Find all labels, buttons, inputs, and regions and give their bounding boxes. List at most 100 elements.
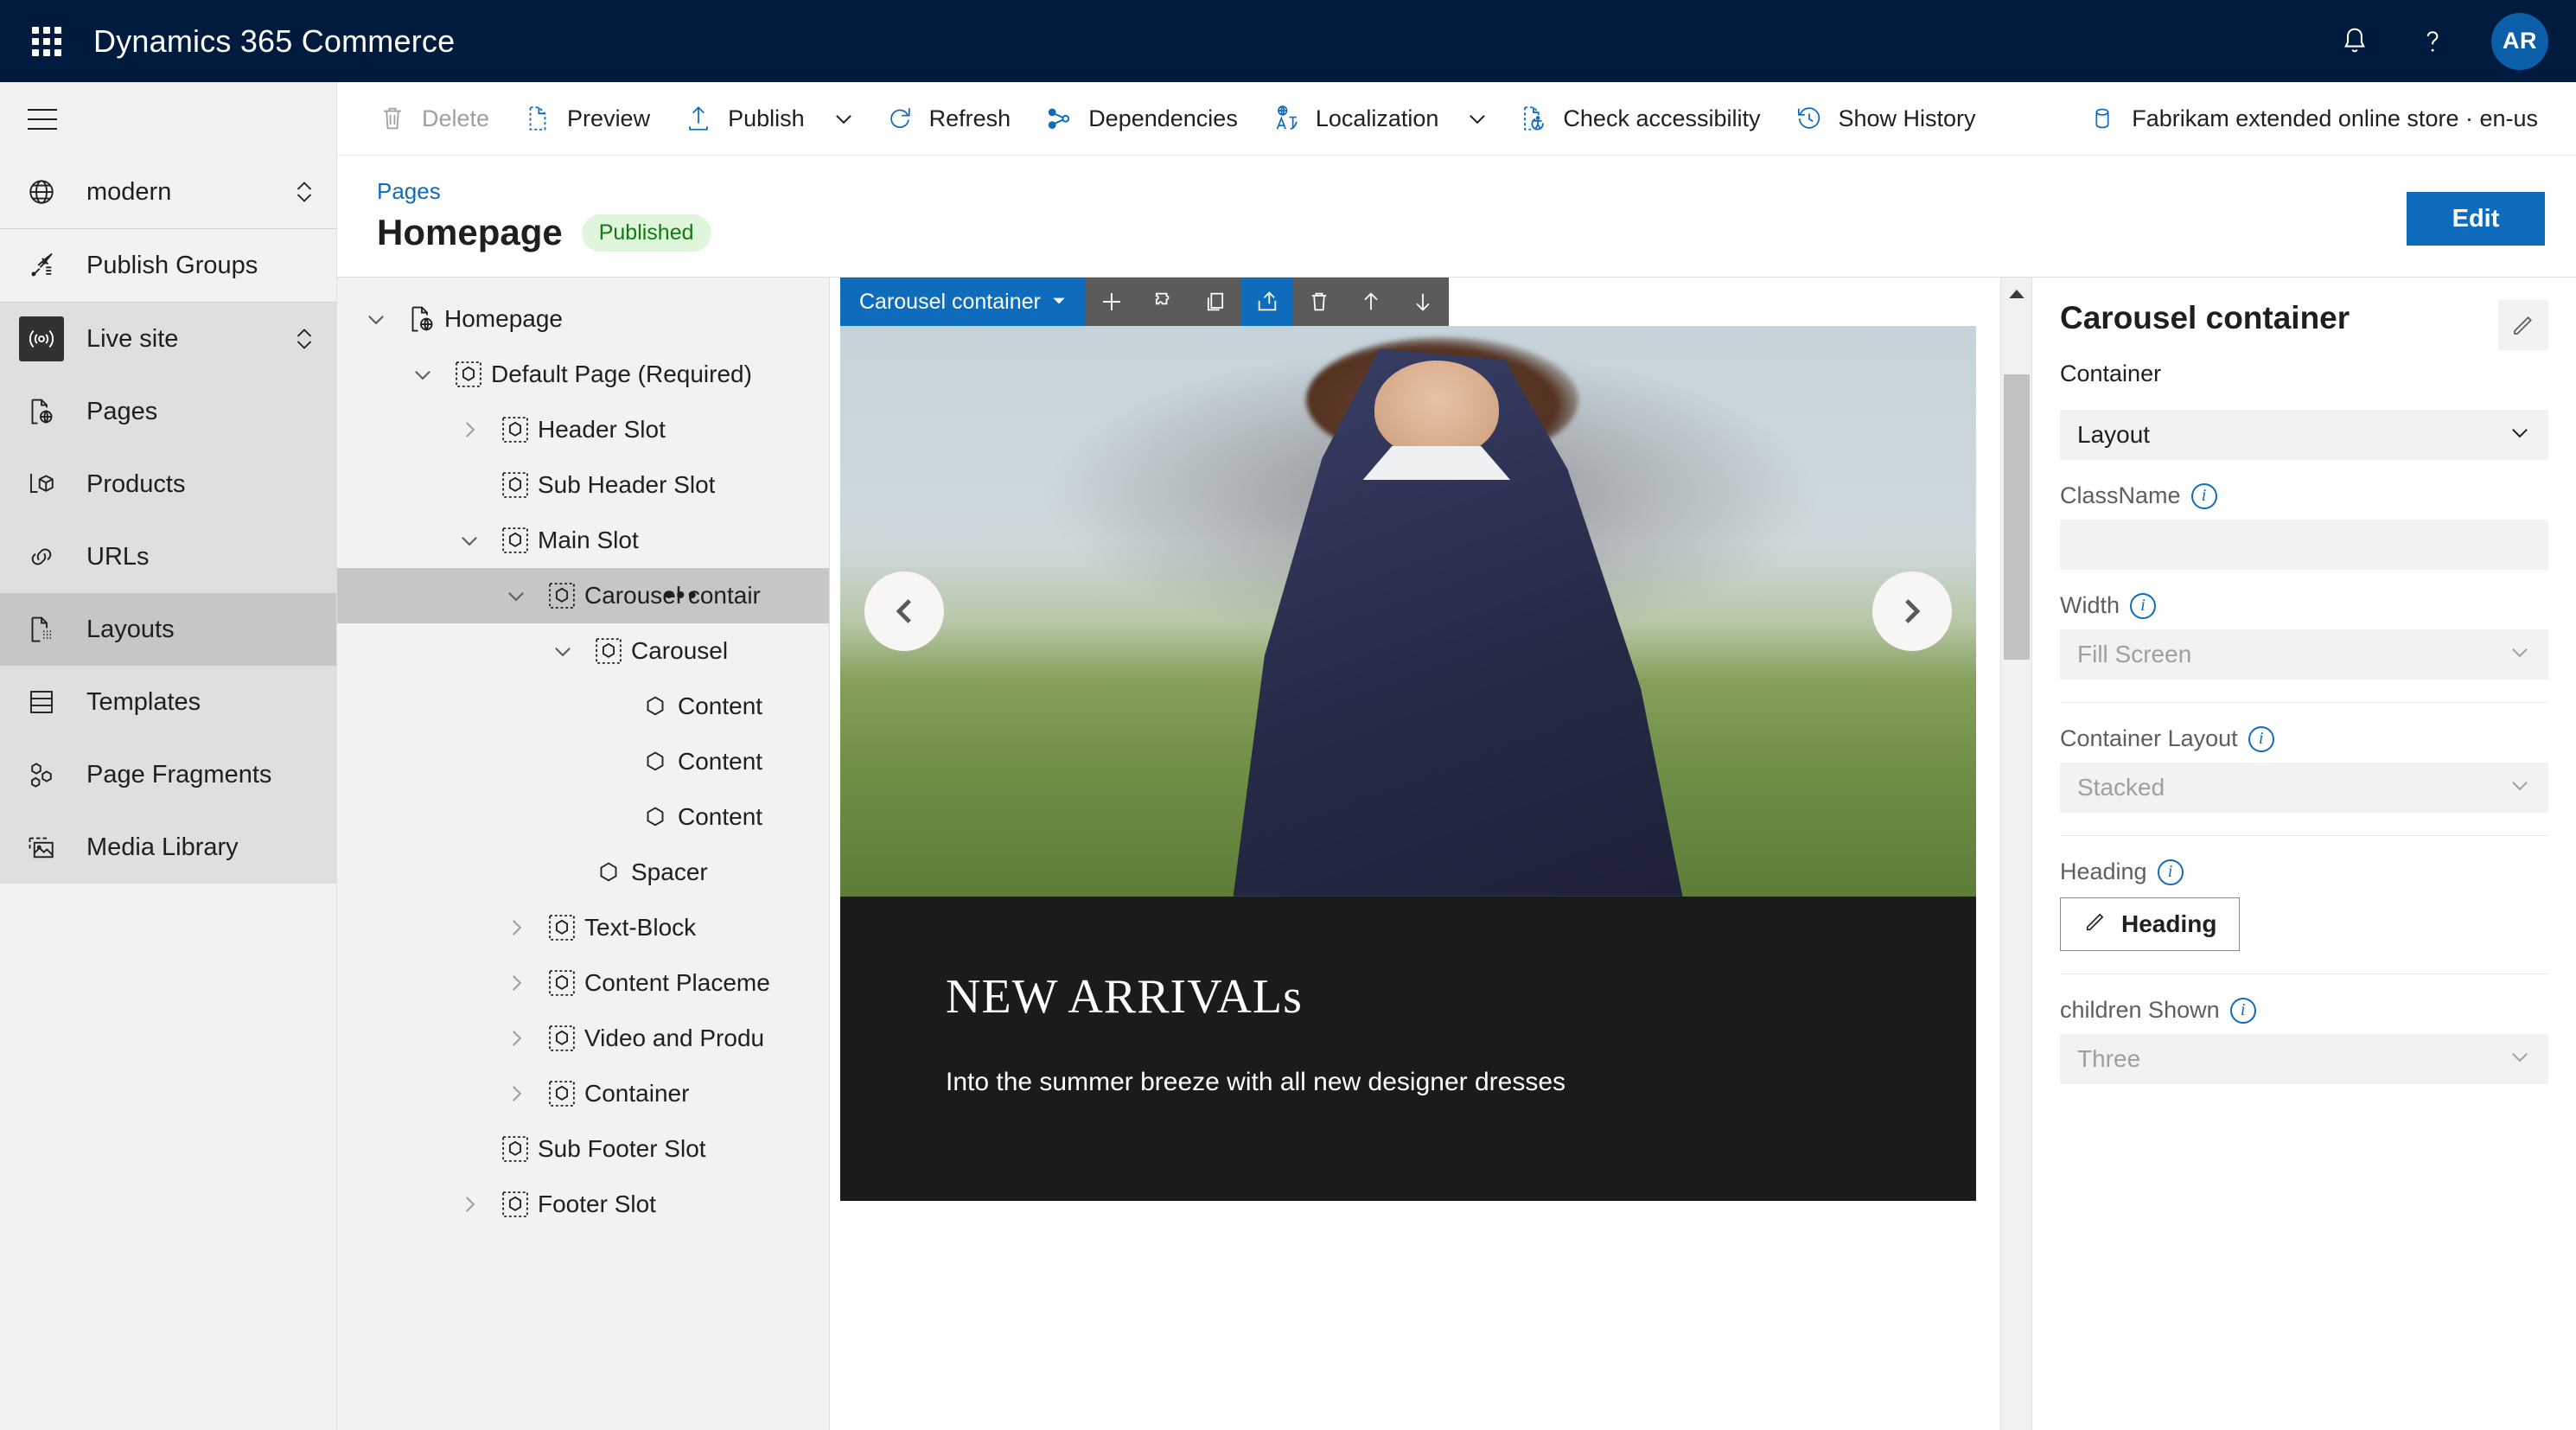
chevron-down-icon[interactable] xyxy=(539,640,586,662)
chevron-down-icon[interactable] xyxy=(446,529,493,552)
chevron-down-icon[interactable] xyxy=(820,89,867,148)
tree-node-more-button[interactable]: ••• xyxy=(664,583,699,609)
avatar[interactable]: AR xyxy=(2491,12,2548,70)
breadcrumb[interactable]: Pages xyxy=(377,178,2576,205)
tree-node[interactable]: Text-Block xyxy=(337,900,829,955)
command-localization-button[interactable]: Localization xyxy=(1253,89,1455,148)
sidebar-item-urls[interactable]: URLs xyxy=(0,520,336,593)
hamburger-icon[interactable] xyxy=(16,93,69,146)
properties-header: Carousel container xyxy=(2060,300,2548,350)
info-icon[interactable]: i xyxy=(2130,592,2157,619)
carousel-next-button[interactable] xyxy=(1872,571,1952,651)
chevron-right-icon[interactable] xyxy=(493,1082,539,1105)
command-refresh-button[interactable]: Refresh xyxy=(867,89,1027,148)
module-dotted-icon xyxy=(493,526,538,555)
command-check accessibility-button[interactable]: Check accessibility xyxy=(1501,89,1776,148)
tree-node[interactable]: Main Slot xyxy=(337,513,829,568)
tree-node-label: Text-Block xyxy=(584,914,697,941)
tree-node[interactable]: Content xyxy=(337,789,829,845)
width-select[interactable]: Fill Screen xyxy=(2060,629,2548,680)
question-icon[interactable] xyxy=(2413,22,2452,61)
classname-input[interactable] xyxy=(2060,520,2548,570)
module-dotted-icon xyxy=(539,1024,584,1053)
command-label: Preview xyxy=(567,105,651,131)
sidebar-item-page fragments[interactable]: Page Fragments xyxy=(0,738,336,811)
copy-icon[interactable] xyxy=(1189,278,1241,326)
command-show history-button[interactable]: Show History xyxy=(1776,89,1992,148)
info-icon[interactable]: i xyxy=(2190,482,2217,509)
tree-node[interactable]: Carousel contair ••• xyxy=(337,568,829,623)
tree-node[interactable]: Carousel xyxy=(337,623,829,679)
chevron-down-icon[interactable] xyxy=(1454,89,1501,148)
bell-icon[interactable] xyxy=(2336,22,2374,61)
tree-node-label: Homepage xyxy=(444,305,563,332)
property-label-text: Container Layout xyxy=(2060,725,2238,751)
chevron-right-icon[interactable] xyxy=(446,418,493,441)
tree-node[interactable]: Sub Header Slot xyxy=(337,457,829,513)
tree-node-label: Main Slot xyxy=(538,527,639,553)
carousel-slide-image xyxy=(840,326,1976,897)
chevron-down-icon[interactable] xyxy=(353,308,399,330)
command-preview-button[interactable]: Preview xyxy=(505,89,666,148)
pencil-icon[interactable] xyxy=(2498,300,2548,350)
chevron-down-icon[interactable] xyxy=(399,363,446,386)
arrow-up-icon[interactable] xyxy=(1344,278,1397,326)
info-icon[interactable]: i xyxy=(2229,997,2256,1024)
tree-node[interactable]: Video and Produ xyxy=(337,1011,829,1066)
command-dependencies-button[interactable]: Dependencies xyxy=(1026,89,1253,148)
tree-node[interactable]: Header Slot xyxy=(337,402,829,457)
page-canvas: Carousel container NEW ARRIVALs Into the… xyxy=(830,278,2031,1430)
sidebar-item-publish groups[interactable]: Publish Groups xyxy=(0,229,336,302)
sidebar-item-pages[interactable]: Pages xyxy=(0,375,336,448)
chevron-right-icon[interactable] xyxy=(493,916,539,939)
tree-node[interactable]: Spacer xyxy=(337,845,829,900)
properties-section-label: Layout xyxy=(2077,421,2151,448)
properties-title: Carousel container xyxy=(2060,300,2350,335)
carousel-heading: NEW ARRIVALs xyxy=(946,970,1303,1024)
chevron-down-icon xyxy=(2509,774,2531,802)
sidebar-item-media library[interactable]: Media Library xyxy=(0,811,336,884)
add-module-button[interactable] xyxy=(1085,278,1138,326)
canvas-vertical-scrollbar[interactable] xyxy=(2000,278,2031,1430)
info-icon[interactable]: i xyxy=(2248,725,2274,752)
chevron-down-icon[interactable] xyxy=(493,584,539,607)
sidebar-item-modern[interactable]: modern xyxy=(0,156,336,228)
app-launcher-icon[interactable] xyxy=(28,22,66,61)
command-publish-button[interactable]: Publish xyxy=(666,89,820,148)
module-toolbar-name[interactable]: Carousel container xyxy=(840,278,1086,326)
info-icon[interactable]: i xyxy=(2157,859,2184,885)
tree-node[interactable]: Content xyxy=(337,679,829,734)
properties-section-dropdown[interactable]: Layout xyxy=(2060,410,2548,460)
tree-node[interactable]: Homepage xyxy=(337,291,829,347)
chevron-right-icon[interactable] xyxy=(493,972,539,994)
tree-node[interactable]: Container xyxy=(337,1066,829,1121)
sidebar-item-label: Live site xyxy=(86,324,179,353)
heading-button[interactable]: Heading xyxy=(2060,897,2241,951)
sidebar-item-products[interactable]: Products xyxy=(0,448,336,520)
workspace: Homepage Default Page (Required) Header Sl… xyxy=(337,277,2576,1430)
edit-button[interactable]: Edit xyxy=(2407,192,2545,246)
trash-icon[interactable] xyxy=(1292,278,1345,326)
tree-node[interactable]: Content xyxy=(337,734,829,789)
properties-subtitle: Container xyxy=(2060,361,2162,386)
sidebar-item-templates[interactable]: Templates xyxy=(0,666,336,738)
arrow-down-icon[interactable] xyxy=(1396,278,1449,326)
sidebar-item-live site[interactable]: Live site xyxy=(0,303,336,375)
tree-node[interactable]: Sub Footer Slot xyxy=(337,1121,829,1177)
puzzle-icon[interactable] xyxy=(1137,278,1189,326)
scroll-up-arrow-icon[interactable] xyxy=(2001,278,2031,310)
chevron-right-icon[interactable] xyxy=(446,1193,493,1216)
sidebar-item-layouts[interactable]: Layouts xyxy=(0,593,336,666)
properties-panel: Carousel container Container Layout Clas… xyxy=(2031,278,2576,1430)
chevron-right-icon[interactable] xyxy=(493,1027,539,1050)
status-badge: Published xyxy=(581,214,711,252)
tree-node[interactable]: Content Placeme xyxy=(337,955,829,1011)
carousel-prev-button[interactable] xyxy=(864,571,944,651)
tree-node[interactable]: Default Page (Required) xyxy=(337,347,829,402)
children-shown-select[interactable]: Three xyxy=(2060,1034,2548,1084)
container-layout-select[interactable]: Stacked xyxy=(2060,763,2548,813)
share-icon[interactable] xyxy=(1240,278,1293,326)
site-context-selector[interactable]: Fabrikam extended online store · en-us xyxy=(2069,89,2554,148)
canvas-scrollbar-thumb[interactable] xyxy=(2004,374,2030,660)
tree-node[interactable]: Footer Slot xyxy=(337,1177,829,1232)
